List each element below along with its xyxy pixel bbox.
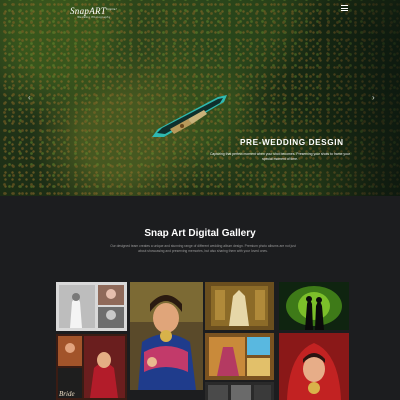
lehenga-album-photo[interactable] [205, 333, 274, 380]
gallery-grid: Bride [0, 0, 400, 400]
bride-portrait-photo[interactable] [130, 282, 203, 390]
bridal-dress-photo[interactable] [205, 282, 274, 330]
bride-red-veil-photo[interactable] [279, 333, 349, 400]
photo-caption: Bride [59, 390, 75, 398]
album-collage-photo[interactable] [205, 382, 274, 400]
bride-collage-photo[interactable]: Bride [56, 334, 127, 400]
silhouette-couple-photo[interactable] [279, 282, 349, 330]
couple-collage-photo[interactable] [56, 282, 127, 331]
